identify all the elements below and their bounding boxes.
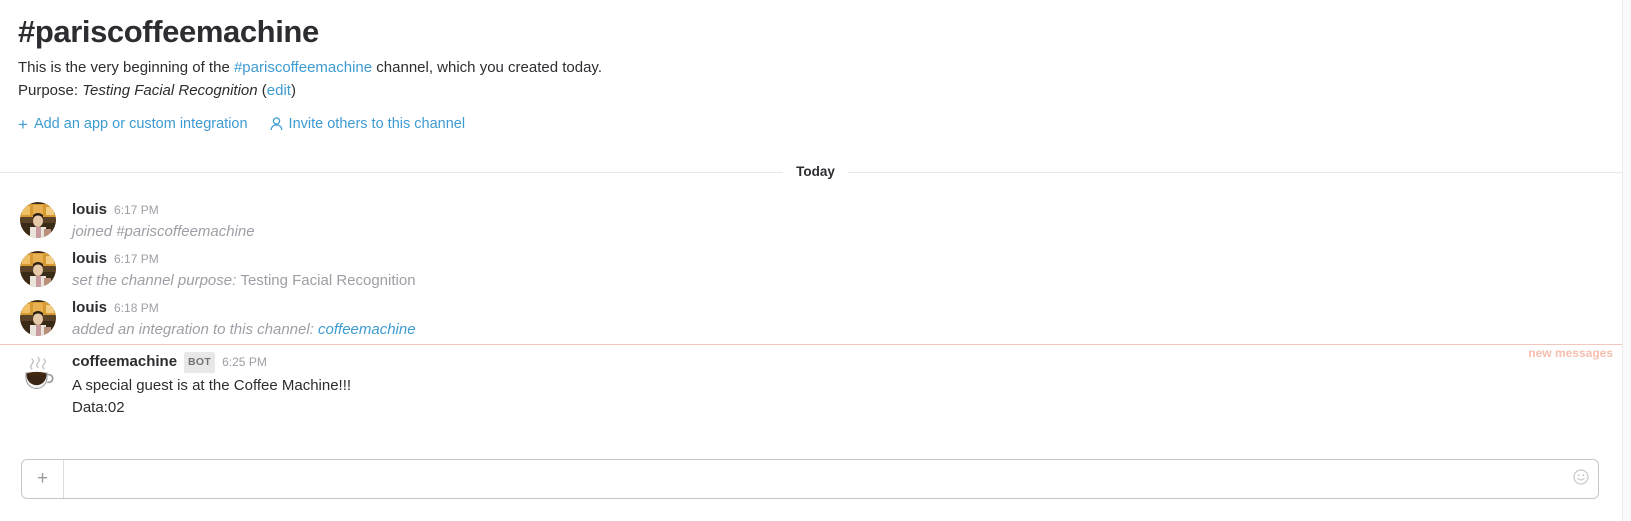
system-text-plain: Testing Facial Recognition [240,271,416,289]
integration-link[interactable]: coffeemachine [318,321,416,338]
edit-purpose-link[interactable]: edit [267,82,291,99]
message-header: louis 6:17 PM [72,200,255,220]
system-text-italic: joined #pariscoffeemachine [72,222,255,240]
page-title: #pariscoffeemachine [18,14,319,49]
message-header: louis 6:17 PM [72,249,416,269]
channel-link[interactable]: #pariscoffeemachine [234,59,372,76]
avatar[interactable] [20,299,56,336]
avatar[interactable] [20,354,56,390]
invite-others-button[interactable]: Invite others to this channel [270,116,466,133]
bot-message-line-2: Data:02 [72,398,125,416]
message-body: louis 6:17 PM joined #pariscoffeemachine [72,200,255,243]
scrollbar[interactable] [1623,0,1631,521]
message-system-text: joined #pariscoffeemachine [72,221,255,243]
message-timestamp[interactable]: 6:17 PM [114,201,159,220]
purpose-value: Testing Facial Recognition [82,81,258,99]
bot-badge: BOT [184,351,216,373]
system-text-italic: set the channel purpose: [72,271,241,289]
add-attachment-button[interactable]: + [22,460,64,498]
message-timestamp[interactable]: 6:18 PM [114,299,159,318]
message-timestamp[interactable]: 6:25 PM [222,353,267,372]
slack-channel-view: #pariscoffeemachine This is the very beg… [0,0,1631,521]
message-system-text: set the channel purpose: Testing Facial … [72,270,416,292]
message-body: louis 6:17 PM set the channel purpose: T… [72,249,416,292]
intro-prefix: This is the very beginning of the [18,58,234,76]
right-edge-divider [1622,0,1623,521]
message-body: louis 6:18 PM added an integration to th… [72,298,416,341]
message-body: coffeemachine BOT 6:25 PM A special gues… [72,351,352,418]
channel-beginning-text: This is the very beginning of the #paris… [18,56,1631,79]
emoji-button[interactable] [1564,460,1598,498]
system-text-italic: added an integration to this channel: [72,320,319,338]
message-sender[interactable]: louis [72,249,107,268]
person-icon [270,117,283,131]
purpose-label: Purpose: [18,81,83,99]
message-header: louis 6:18 PM [72,298,416,318]
message-row[interactable]: louis 6:17 PM joined #pariscoffeemachine [0,197,1631,246]
purpose-paren-close: ) [290,81,296,99]
composer-box: + [21,459,1599,499]
bot-message-line-1: A special guest is at the Coffee Machine… [72,376,352,394]
message-list: louis 6:17 PM joined #pariscoffeemachine [0,197,1631,421]
message-input[interactable] [64,460,1564,498]
message-header: coffeemachine BOT 6:25 PM [72,351,351,374]
message-timestamp[interactable]: 6:17 PM [114,250,159,269]
message-row[interactable]: coffeemachine BOT 6:25 PM A special gues… [0,344,1631,421]
add-app-integration-label: Add an app or custom integration [33,116,248,133]
message-sender[interactable]: louis [72,200,107,219]
message-row[interactable]: louis 6:18 PM added an integration to th… [0,295,1631,344]
message-row[interactable]: louis 6:17 PM set the channel purpose: T… [0,246,1631,295]
day-divider: Today [0,160,1631,183]
avatar[interactable] [20,250,56,287]
plus-icon: + [18,114,28,134]
intro-suffix: channel, which you created today. [372,58,602,76]
channel-actions: + Add an app or custom integration Invit… [18,116,1631,133]
plus-icon: + [36,468,49,489]
add-app-integration-button[interactable]: + Add an app or custom integration [18,116,248,133]
message-sender[interactable]: louis [72,298,107,317]
avatar[interactable] [20,201,56,238]
message-composer: + [21,459,1599,499]
day-divider-label: Today [782,160,849,183]
message-sender[interactable]: coffeemachine [72,352,177,371]
smiley-icon [1573,468,1589,490]
message-system-text: added an integration to this channel: co… [72,319,416,341]
purpose-paren-open: ( [257,81,267,99]
channel-intro: #pariscoffeemachine This is the very beg… [0,0,1631,133]
invite-others-label: Invite others to this channel [288,116,466,133]
channel-purpose-line: Purpose: Testing Facial Recognition (edi… [18,79,1631,102]
